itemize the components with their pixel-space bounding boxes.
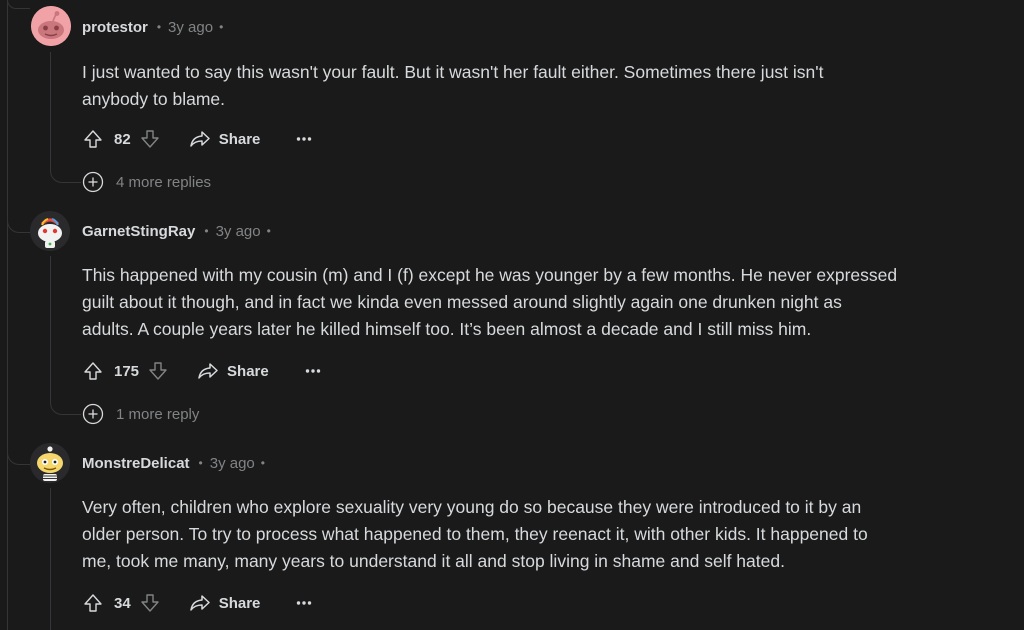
comment-body-line: me, took me many, many years to understa… [82, 551, 785, 571]
share-icon [189, 595, 210, 611]
share-label: Share [227, 362, 269, 380]
share-button[interactable]: Share [189, 593, 261, 613]
comment-thread: protestor • 3y ago • I just wanted to sa… [0, 0, 1024, 630]
upvote-icon [84, 594, 102, 612]
timestamp[interactable]: 3y ago [168, 19, 213, 36]
share-icon [198, 363, 218, 379]
separator-dot: • [219, 20, 224, 34]
upvote-icon [84, 130, 102, 148]
downvote-icon [140, 130, 159, 148]
downvote-button[interactable] [137, 126, 163, 152]
comment-body-line: Very often, children who explore sexuali… [82, 497, 862, 517]
comment-body-line: This happened with my cousin (m) and I (… [82, 265, 898, 285]
avatar[interactable] [30, 211, 70, 251]
ellipsis-icon [297, 137, 312, 141]
comment-body-line: adults. A couple years later he killed h… [82, 319, 812, 339]
comment-meta: protestor • 3y ago • [82, 17, 223, 37]
thread-connector [7, 432, 30, 465]
avatar[interactable] [30, 443, 70, 483]
comment-actions: 34 Share [80, 590, 314, 616]
separator-dot: • [156, 20, 162, 34]
separator-dot: • [260, 456, 265, 470]
thread-connector [7, 200, 30, 233]
snoo-avatar-icon [31, 6, 71, 46]
share-label: Share [218, 130, 261, 148]
more-options-button[interactable] [303, 361, 323, 381]
more-replies-button[interactable]: 4 more replies [82, 170, 211, 194]
username[interactable]: GarnetStingRay [82, 223, 195, 240]
timestamp[interactable]: 3y ago [210, 455, 255, 472]
comment-meta: MonstreDelicat • 3y ago • [82, 453, 265, 473]
reply-thread-line[interactable] [50, 256, 81, 415]
username[interactable]: MonstreDelicat [82, 455, 190, 472]
share-button[interactable]: Share [197, 361, 269, 381]
upvote-button[interactable] [80, 590, 106, 616]
thread-connector [7, 0, 30, 9]
downvote-button[interactable] [145, 358, 171, 384]
plus-circle-icon [82, 403, 104, 425]
comment-actions: 82 Share [80, 126, 314, 152]
share-icon [189, 131, 210, 147]
separator-dot: • [204, 224, 209, 238]
ellipsis-icon [297, 601, 312, 605]
more-replies-label: 4 more replies [116, 173, 212, 191]
separator-dot: • [266, 224, 271, 238]
reply-thread-line[interactable] [50, 488, 51, 630]
comment-body-line: older person. To try to process what hap… [82, 524, 868, 544]
more-replies-label: 1 more reply [116, 405, 200, 423]
avatar[interactable] [31, 6, 71, 46]
share-label: Share [218, 594, 261, 612]
comment-body-line: guilt about it though, and in fact we ki… [82, 292, 842, 312]
comment-meta: GarnetStingRay • 3y ago • [82, 221, 271, 241]
comment-body: Very often, children who explore sexuali… [82, 494, 1012, 575]
downvote-button[interactable] [137, 590, 163, 616]
share-button[interactable]: Share [189, 129, 261, 149]
upvote-button[interactable] [80, 358, 106, 384]
vote-count: 34 [114, 594, 131, 612]
comment-body: This happened with my cousin (m) and I (… [82, 262, 1012, 343]
upvote-icon [84, 362, 102, 380]
plus-circle-icon [82, 171, 104, 193]
vote-count: 175 [114, 362, 140, 380]
snoo-avatar-icon [30, 211, 70, 251]
upvote-button[interactable] [80, 126, 106, 152]
reply-thread-line[interactable] [50, 52, 81, 183]
comment-actions: 175 Share [80, 358, 323, 384]
more-replies-button[interactable]: 1 more reply [82, 402, 199, 426]
vote-count: 82 [114, 130, 131, 148]
comment-body-line: I just wanted to say this wasn't your fa… [82, 62, 824, 82]
downvote-icon [140, 594, 159, 612]
username[interactable]: protestor [82, 19, 148, 36]
ellipsis-icon [305, 369, 320, 373]
comment-body-line: anybody to blame. [82, 89, 226, 109]
more-options-button[interactable] [294, 129, 314, 149]
thread-line-outer[interactable] [7, 0, 8, 630]
comment-body: I just wanted to say this wasn't your fa… [82, 59, 1012, 113]
separator-dot: • [198, 456, 203, 470]
downvote-icon [149, 362, 167, 380]
snoo-avatar-icon [30, 443, 70, 483]
timestamp[interactable]: 3y ago [216, 223, 261, 240]
more-options-button[interactable] [294, 593, 314, 613]
